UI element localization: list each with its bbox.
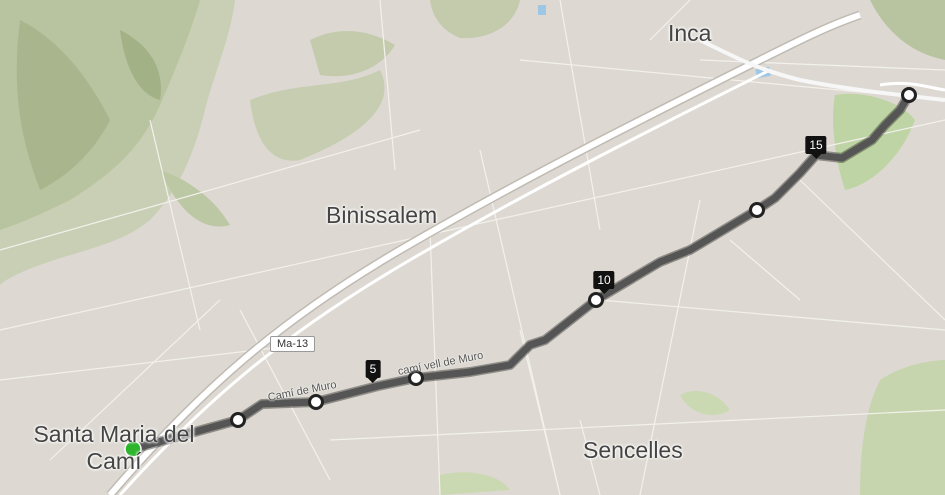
waypoint[interactable] — [308, 394, 324, 410]
route-map[interactable]: Ma-13 Camí de Muro camí vell de Muro Inc… — [0, 0, 945, 495]
km-marker: 15 — [805, 136, 827, 159]
km-marker: 5 — [365, 360, 381, 383]
town-label-inca[interactable]: Inca — [668, 20, 711, 46]
town-label-binissalem[interactable]: Binissalem — [326, 202, 437, 228]
town-label-sencelles[interactable]: Sencelles — [583, 437, 683, 463]
route-waypoints — [124, 87, 917, 458]
km-marker: 10 — [593, 271, 615, 294]
waypoint[interactable] — [230, 412, 246, 428]
waypoint[interactable] — [749, 202, 765, 218]
route-end-marker[interactable] — [901, 87, 917, 103]
town-label-santa-maria[interactable]: Santa Maria del Camí — [14, 421, 214, 475]
waypoint[interactable] — [588, 292, 604, 308]
road-shield-ma13: Ma-13 — [270, 336, 316, 352]
route-track — [128, 90, 914, 454]
town-label-text: Santa Maria del Camí — [33, 421, 195, 474]
